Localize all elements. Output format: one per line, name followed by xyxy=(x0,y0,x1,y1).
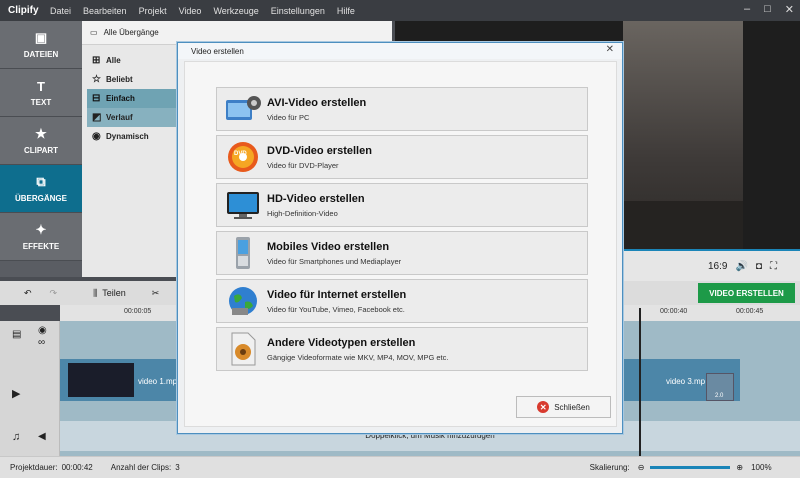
option-subtitle: Video für YouTube, Vimeo, Facebook etc. xyxy=(267,304,405,314)
option-avi-video[interactable]: AVI-Video erstellen Video für PC xyxy=(216,87,588,131)
option-title: Video für Internet erstellen xyxy=(267,288,407,301)
mobile-phone-icon xyxy=(223,236,263,270)
svg-text:DVD: DVD xyxy=(234,151,247,157)
option-other-video[interactable]: Andere Videotypen erstellen Gängige Video… xyxy=(216,327,588,371)
close-button[interactable]: ✕ Schließen xyxy=(516,396,611,418)
option-title: HD-Video erstellen xyxy=(267,192,365,205)
option-hd-video[interactable]: HD-Video erstellen High-Definition-Video xyxy=(216,183,588,227)
option-subtitle: Video für DVD-Player xyxy=(267,160,339,170)
dialog-title: Video erstellen xyxy=(191,46,244,56)
dvd-disc-icon: DVD xyxy=(223,140,263,174)
hd-monitor-icon xyxy=(223,188,263,222)
video-export-dialog: Video erstellen ✕ AVI-Video erstellen Vid… xyxy=(177,42,623,434)
dialog-body: AVI-Video erstellen Video für PC DVD DVD-… xyxy=(184,61,617,427)
option-title: AVI-Video erstellen xyxy=(267,96,367,109)
modal-overlay: Video erstellen ✕ AVI-Video erstellen Vid… xyxy=(0,0,800,478)
option-subtitle: Video für Smartphones und Mediaplayer xyxy=(267,256,402,266)
dialog-titlebar: Video erstellen ✕ xyxy=(178,43,622,59)
dialog-close-icon[interactable]: ✕ xyxy=(606,44,614,55)
option-subtitle: High-Definition-Video xyxy=(267,208,338,218)
option-dvd-video[interactable]: DVD DVD-Video erstellen Video für DVD-Pla… xyxy=(216,135,588,179)
video-file-icon xyxy=(223,332,263,366)
option-subtitle: Video für PC xyxy=(267,112,310,122)
option-title: Andere Videotypen erstellen xyxy=(267,336,416,349)
option-internet-video[interactable]: Video für Internet erstellen Video für Yo… xyxy=(216,279,588,323)
close-circle-icon: ✕ xyxy=(537,401,550,413)
option-mobile-video[interactable]: Mobiles Video erstellen Video für Smartph… xyxy=(216,231,588,275)
globe-icon xyxy=(223,284,263,318)
option-subtitle: Gängige Videoformate wie MKV, MP4, MOV, … xyxy=(267,352,449,362)
option-title: DVD-Video erstellen xyxy=(267,144,372,157)
close-button-label: Schließen xyxy=(554,402,590,412)
avi-film-icon xyxy=(223,92,263,126)
option-title: Mobiles Video erstellen xyxy=(267,240,390,253)
